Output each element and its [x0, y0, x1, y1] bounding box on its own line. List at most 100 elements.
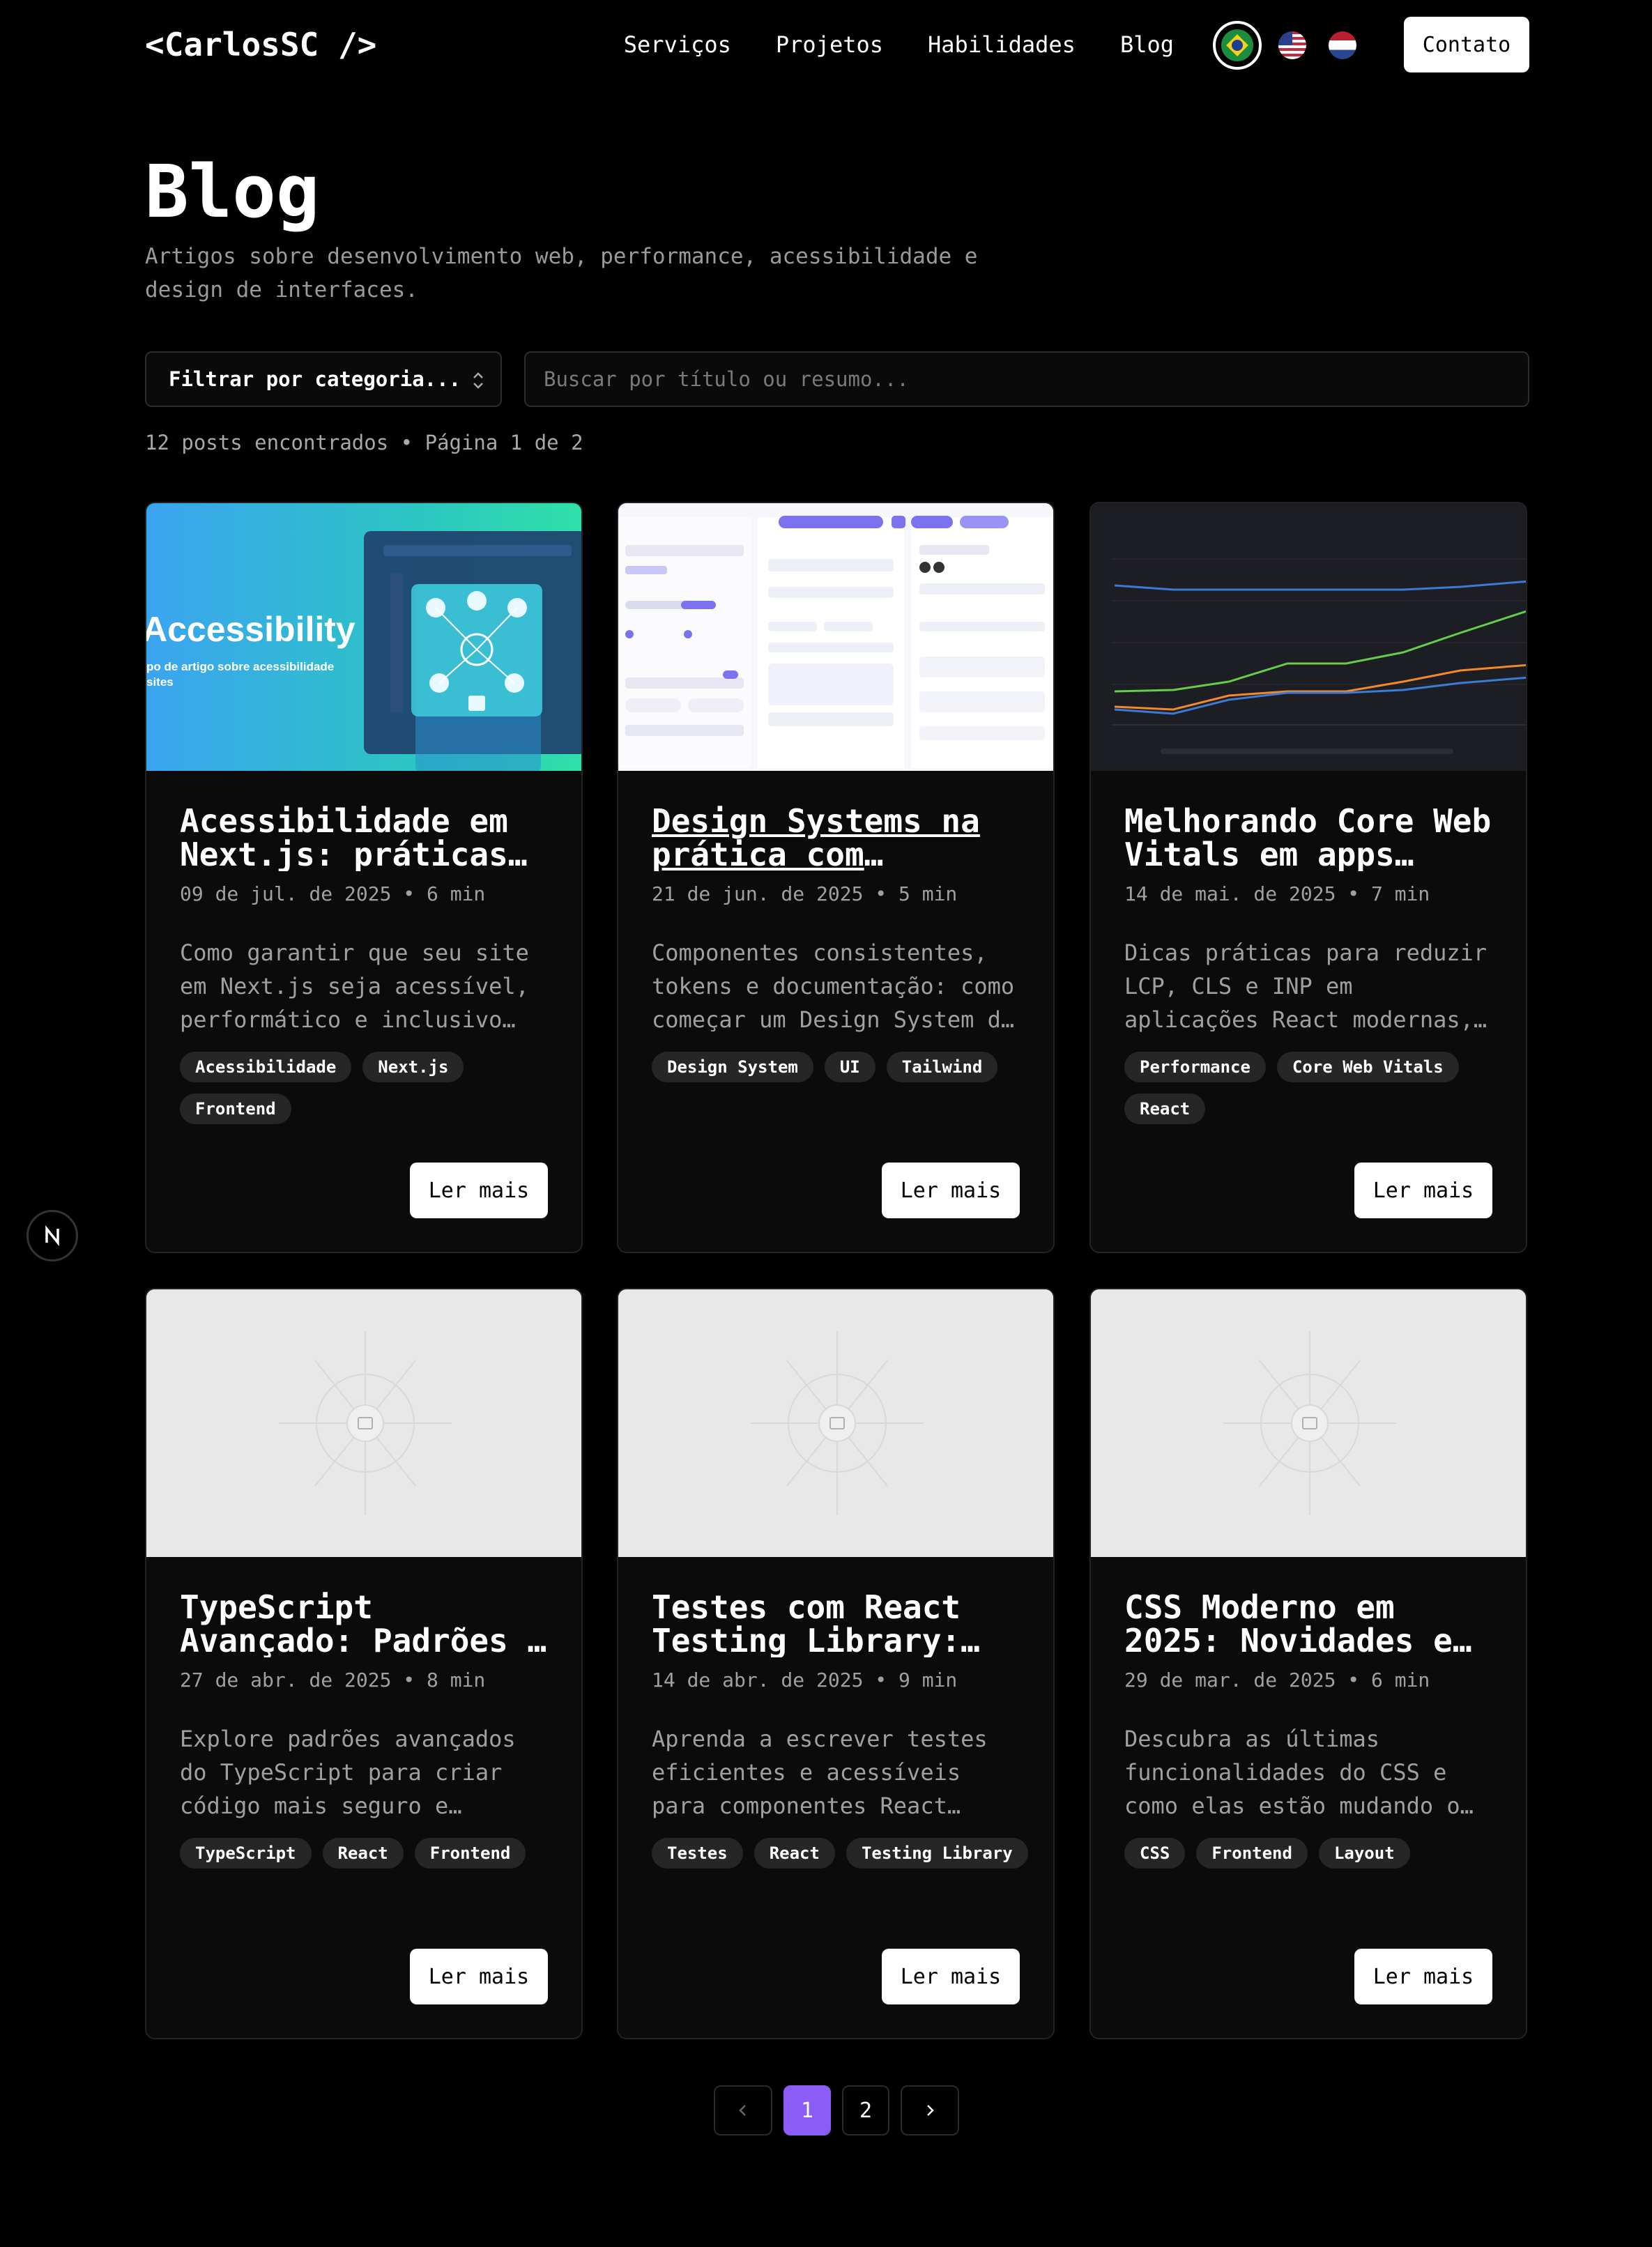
search-input[interactable] — [524, 351, 1529, 407]
post-card[interactable]: Design Systems na prática com Tailwind 2… — [617, 502, 1055, 1253]
post-title[interactable]: Testes com React Testing Library: Guia — [652, 1590, 1023, 1657]
chevron-right-icon — [927, 2105, 934, 2116]
post-title[interactable]: CSS Moderno em 2025: Novidades e Recurso… — [1124, 1590, 1495, 1657]
tag[interactable]: TypeScript — [180, 1838, 312, 1869]
post-card[interactable]: Melhorando Core Web Vitals em apps React… — [1089, 502, 1527, 1253]
page-button-2[interactable]: 2 — [842, 2085, 889, 2135]
nextjs-dev-indicator[interactable] — [26, 1210, 78, 1261]
post-card-body: Testes com React Testing Library: Guia 1… — [652, 1590, 1028, 1869]
pagination: 1 2 — [714, 2085, 959, 2135]
post-title[interactable]: Acessibilidade em Next.js: práticas esse… — [180, 804, 551, 871]
tag[interactable]: CSS — [1124, 1838, 1186, 1869]
flag-netherlands-icon[interactable] — [1323, 26, 1362, 65]
post-title[interactable]: TypeScript Avançado: Padrões e Técnicas — [180, 1590, 551, 1657]
tag[interactable]: Frontend — [1196, 1838, 1308, 1869]
post-thumbnail-placeholder — [146, 1289, 581, 1557]
image-placeholder-icon — [1091, 1289, 1526, 1557]
post-meta: 27 de abr. de 2025 • 8 min — [180, 1669, 486, 1692]
post-thumbnail — [1091, 503, 1526, 771]
tag[interactable]: React — [1124, 1094, 1206, 1124]
next-page-button[interactable] — [901, 2085, 959, 2135]
language-switcher — [1213, 21, 1362, 70]
contact-button[interactable]: Contato — [1404, 17, 1529, 72]
post-card[interactable]: Accessibility po de artigo sobre acessib… — [145, 502, 583, 1253]
post-card-body: Melhorando Core Web Vitals em apps React… — [1124, 804, 1495, 1124]
tag[interactable]: Acessibilidade — [180, 1052, 352, 1082]
post-thumbnail: Accessibility po de artigo sobre acessib… — [146, 503, 581, 771]
nav-link-habilidades[interactable]: Habilidades — [928, 31, 1076, 58]
post-meta: 14 de mai. de 2025 • 7 min — [1124, 882, 1430, 905]
tag[interactable]: Next.js — [362, 1052, 464, 1082]
post-meta: 21 de jun. de 2025 • 5 min — [652, 882, 958, 905]
post-meta: 14 de abr. de 2025 • 9 min — [652, 1669, 958, 1692]
post-card[interactable]: CSS Moderno em 2025: Novidades e Recurso… — [1089, 1288, 1527, 2039]
post-meta: 09 de jul. de 2025 • 6 min — [180, 882, 486, 905]
read-more-button[interactable]: Ler mais — [1354, 1949, 1492, 2004]
post-card-body: CSS Moderno em 2025: Novidades e Recurso… — [1124, 1590, 1495, 1869]
tag[interactable]: Frontend — [180, 1094, 291, 1124]
post-card-body: TypeScript Avançado: Padrões e Técnicas … — [180, 1590, 551, 1869]
post-thumbnail — [618, 503, 1053, 771]
post-title[interactable]: Design Systems na prática com Tailwind — [652, 804, 1023, 871]
nextjs-logo-icon — [45, 1225, 59, 1246]
line-chart-illustration — [1091, 503, 1526, 771]
read-more-button[interactable]: Ler mais — [1354, 1163, 1492, 1218]
read-more-button[interactable]: Ler mais — [410, 1163, 548, 1218]
tag[interactable]: Testes — [652, 1838, 743, 1869]
post-tags: TypeScript React Frontend — [180, 1838, 570, 1869]
post-excerpt: Aprenda a escrever testes eficientes e a… — [652, 1726, 988, 1819]
chevron-left-icon — [739, 2105, 746, 2116]
post-excerpt: Descubra as últimas funcionalidades do C… — [1124, 1726, 1460, 1819]
nav-link-projetos[interactable]: Projetos — [776, 31, 883, 58]
thumbnail-subtitle: po de artigo sobre acessibilidade sites — [146, 660, 335, 689]
post-thumbnail-placeholder — [1091, 1289, 1526, 1557]
post-excerpt: Componentes consistentes, tokens e docum… — [652, 940, 1015, 1033]
post-tags: Performance Core Web Vitals React — [1124, 1052, 1515, 1124]
post-title[interactable]: Melhorando Core Web Vitals em apps React — [1124, 804, 1495, 871]
page-subtitle: Artigos sobre desenvolvimento web, perfo… — [145, 244, 978, 302]
thumbnail-title: Accessibility — [146, 610, 355, 649]
nav-link-servicos[interactable]: Serviços — [624, 31, 731, 58]
tag[interactable]: Tailwind — [886, 1052, 998, 1082]
post-tags: Design System UI Tailwind — [652, 1052, 1042, 1082]
read-more-button[interactable]: Ler mais — [882, 1949, 1020, 2004]
post-tags: Testes React Testing Library — [652, 1838, 1042, 1869]
flag-brazil-icon[interactable] — [1213, 21, 1262, 70]
category-filter-select[interactable]: Filtrar por categoria... — [145, 351, 502, 407]
post-thumbnail-placeholder — [618, 1289, 1053, 1557]
page-title: Blog — [145, 149, 320, 234]
tag[interactable]: Frontend — [414, 1838, 526, 1869]
tag[interactable]: Design System — [652, 1052, 813, 1082]
results-count: 12 posts encontrados • Página 1 de 2 — [145, 431, 583, 454]
tag[interactable]: React — [322, 1838, 404, 1869]
post-card[interactable]: TypeScript Avançado: Padrões e Técnicas … — [145, 1288, 583, 2039]
tag[interactable]: Layout — [1318, 1838, 1410, 1869]
page-button-1[interactable]: 1 — [783, 2085, 831, 2135]
tag[interactable]: Performance — [1124, 1052, 1266, 1082]
tag[interactable]: Testing Library — [846, 1838, 1028, 1869]
post-card-body: Design Systems na prática com Tailwind 2… — [652, 804, 1023, 1082]
read-more-button[interactable]: Ler mais — [882, 1163, 1020, 1218]
post-meta: 29 de mar. de 2025 • 6 min — [1124, 1669, 1430, 1692]
post-excerpt: Dicas práticas para reduzir LCP, CLS e I… — [1124, 940, 1487, 1033]
design-system-illustration — [618, 503, 1053, 771]
tag[interactable]: React — [754, 1838, 835, 1869]
tag[interactable]: UI — [824, 1052, 875, 1082]
nav-bar-right: Serviços Projetos Habilidades Blog Conta… — [145, 17, 1529, 72]
nav-link-blog[interactable]: Blog — [1120, 31, 1174, 58]
image-placeholder-icon — [146, 1289, 581, 1557]
category-filter-label: Filtrar por categoria... — [169, 367, 461, 391]
chevron-up-down-icon — [473, 372, 483, 389]
tag[interactable]: Core Web Vitals — [1276, 1052, 1459, 1082]
post-tags: Acessibilidade Next.js Frontend — [180, 1052, 570, 1124]
image-placeholder-icon — [618, 1289, 1053, 1557]
post-tags: CSS Frontend Layout — [1124, 1838, 1515, 1869]
read-more-button[interactable]: Ler mais — [410, 1949, 548, 2004]
post-card-body: Acessibilidade em Next.js: práticas esse… — [180, 804, 551, 1124]
post-card[interactable]: Testes com React Testing Library: Guia 1… — [617, 1288, 1055, 2039]
post-excerpt: Como garantir que seu site em Next.js se… — [180, 940, 529, 1033]
nav-links: Serviços Projetos Habilidades Blog — [624, 17, 1174, 72]
post-excerpt: Explore padrões avançados do TypeScript … — [180, 1726, 516, 1819]
flag-usa-icon[interactable] — [1273, 26, 1312, 65]
previous-page-button[interactable] — [714, 2085, 772, 2135]
